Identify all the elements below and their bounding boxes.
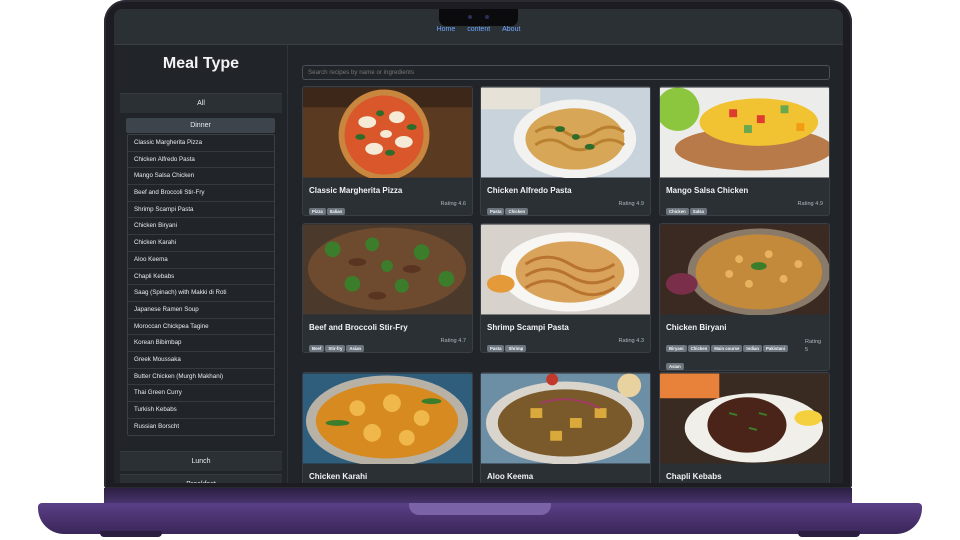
rating-text: Rating 4.9 [797,201,824,207]
recipe-list-item[interactable]: Chicken Alfredo Pasta [128,152,274,169]
beef-broccoli-photo-icon [303,224,472,315]
tag-list: Pasta Shrimp [487,337,612,352]
recipe-list-item[interactable]: Classic Margherita Pizza [128,135,274,152]
laptop-base-notch [409,503,551,515]
tag-badge: Italian [326,208,346,215]
tag-badge: Pasta [487,345,505,352]
rating-text: Rating 4.3 [618,338,645,344]
recipe-list-item[interactable]: Chicken Karahi [128,235,274,252]
nav-links: Home content About [114,26,843,33]
tag-badge: Pizza [309,208,326,215]
category-dinner-button[interactable]: Dinner [126,118,275,133]
nav-about-link[interactable]: About [502,26,520,33]
tag-badge: Stir-fry [325,345,346,352]
recipe-list-item[interactable]: Turkish Kebabs [128,402,274,419]
card-title: Chapli Kebabs [666,472,722,481]
tag-badge: Main course [711,345,743,352]
recipe-list-item[interactable]: Chapli Kebabs [128,269,274,286]
recipe-list-item[interactable]: Greek Moussaka [128,352,274,369]
kebab-photo-icon [660,373,829,464]
rating-text: Rating 4.6 [440,201,467,207]
tag-badge: Chicken [687,345,711,352]
recipe-card-mango[interactable]: Mango Salsa Chicken Chicken Salsa Rating … [659,86,830,216]
tag-badge: Chicken [505,208,529,215]
tag-badge: Shrimp [505,345,527,352]
recipe-list-item[interactable]: Japanese Ramen Soup [128,302,274,319]
card-title: Chicken Karahi [309,472,368,481]
recipe-list-item[interactable]: Shrimp Scampi Pasta [128,202,274,219]
camera-icon [468,15,472,19]
recipe-list-item[interactable]: Chicken Biryani [128,218,274,236]
tag-list: Beef Stir-fry Asian [309,337,434,352]
recipe-list: Classic Margherita Pizza Chicken Alfredo … [127,134,275,437]
card-title: Chicken Alfredo Pasta [487,186,572,195]
rating-value: 5 [805,347,809,353]
search-input[interactable] [302,65,830,80]
recipe-list-item[interactable]: Moroccan Chickpea Tagine [128,319,274,336]
tag-badge: Biryani [666,345,687,352]
tag-list: Pasta Chicken [487,200,612,215]
recipe-card-aloo-keema[interactable]: Aloo Keema [480,372,651,483]
laptop-hinge [104,488,852,504]
recipe-list-item[interactable]: Russian Borscht [128,419,274,436]
camera-notch [439,9,518,26]
pizza-photo-icon [303,87,472,178]
category-lunch-button[interactable]: Lunch [120,451,282,471]
tag-badge: Pakistani [763,345,788,352]
tag-badge: Indian [743,345,763,352]
sidebar-title: Meal Type [162,55,240,72]
card-title: Aloo Keema [487,472,534,481]
card-title: Classic Margherita Pizza [309,186,403,195]
recipe-list-item[interactable]: Korean Bibimbap [128,335,274,352]
recipe-card-chapli[interactable]: Chapli Kebabs [659,372,830,483]
rating-text: Rating 5 [805,338,823,354]
karahi-photo-icon [303,373,472,464]
tag-list: Chicken Salsa [666,200,791,215]
sidebar: Meal Type All Dinner Classic Margherita … [114,45,288,483]
pasta-photo-icon [481,87,650,178]
recipe-list-item[interactable]: Thai Green Curry [128,385,274,402]
rating-text: Rating 4.9 [618,201,645,207]
aloo-keema-photo-icon [481,373,650,464]
tag-badge: Asian [346,345,365,352]
card-title: Beef and Broccoli Stir-Fry [309,323,408,332]
screen: Home content About Meal Type All Dinner … [114,9,843,483]
laptop-foot-right [798,531,860,537]
rating-text: Rating 4.7 [440,338,467,344]
recipe-card-shrimp[interactable]: Shrimp Scampi Pasta Pasta Shrimp Rating 4… [480,223,651,353]
recipe-card-alfredo[interactable]: Chicken Alfredo Pasta Pasta Chicken Ratin… [480,86,651,216]
recipe-list-item[interactable]: Beef and Broccoli Stir-Fry [128,185,274,202]
category-breakfast-button[interactable]: Breakfast [120,474,282,483]
recipe-list-item[interactable]: Aloo Keema [128,252,274,269]
tag-badge: Beef [309,345,325,352]
tag-list: Pizza Italian [309,200,434,215]
tag-list: Biryani Chicken Main course Indian Pakistani… [666,337,791,370]
laptop-foot-left [100,531,162,537]
recipe-list-item[interactable]: Saag (Spinach) with Makki di Roti [128,285,274,302]
card-title: Shrimp Scampi Pasta [487,323,569,332]
rating-label: Rating [805,339,822,345]
nav-content-link[interactable]: content [467,26,490,33]
tag-badge: Asian [666,363,684,370]
mango-chicken-photo-icon [660,87,829,178]
recipe-card-biryani[interactable]: Chicken Biryani Biryani Chicken Main cours… [659,223,830,371]
sensor-icon [485,15,489,19]
category-all-button[interactable]: All [120,93,282,113]
recipe-list-item[interactable]: Butter Chicken (Murgh Makhani) [128,369,274,386]
tag-badge: Salsa [689,208,707,215]
tag-badge: Pasta [487,208,505,215]
card-title: Mango Salsa Chicken [666,186,749,195]
recipe-list-item[interactable]: Mango Salsa Chicken [128,168,274,186]
tag-badge: Chicken [666,208,689,215]
recipe-card-pizza[interactable]: Classic Margherita Pizza Pizza Italian Ra… [302,86,473,216]
biryani-photo-icon [660,224,829,315]
recipe-card-beef[interactable]: Beef and Broccoli Stir-Fry Beef Stir-fry A… [302,223,473,353]
shrimp-pasta-photo-icon [481,224,650,315]
nav-home-link[interactable]: Home [437,26,456,33]
recipe-card-karahi[interactable]: Chicken Karahi [302,372,473,483]
card-title: Chicken Biryani [666,323,727,332]
